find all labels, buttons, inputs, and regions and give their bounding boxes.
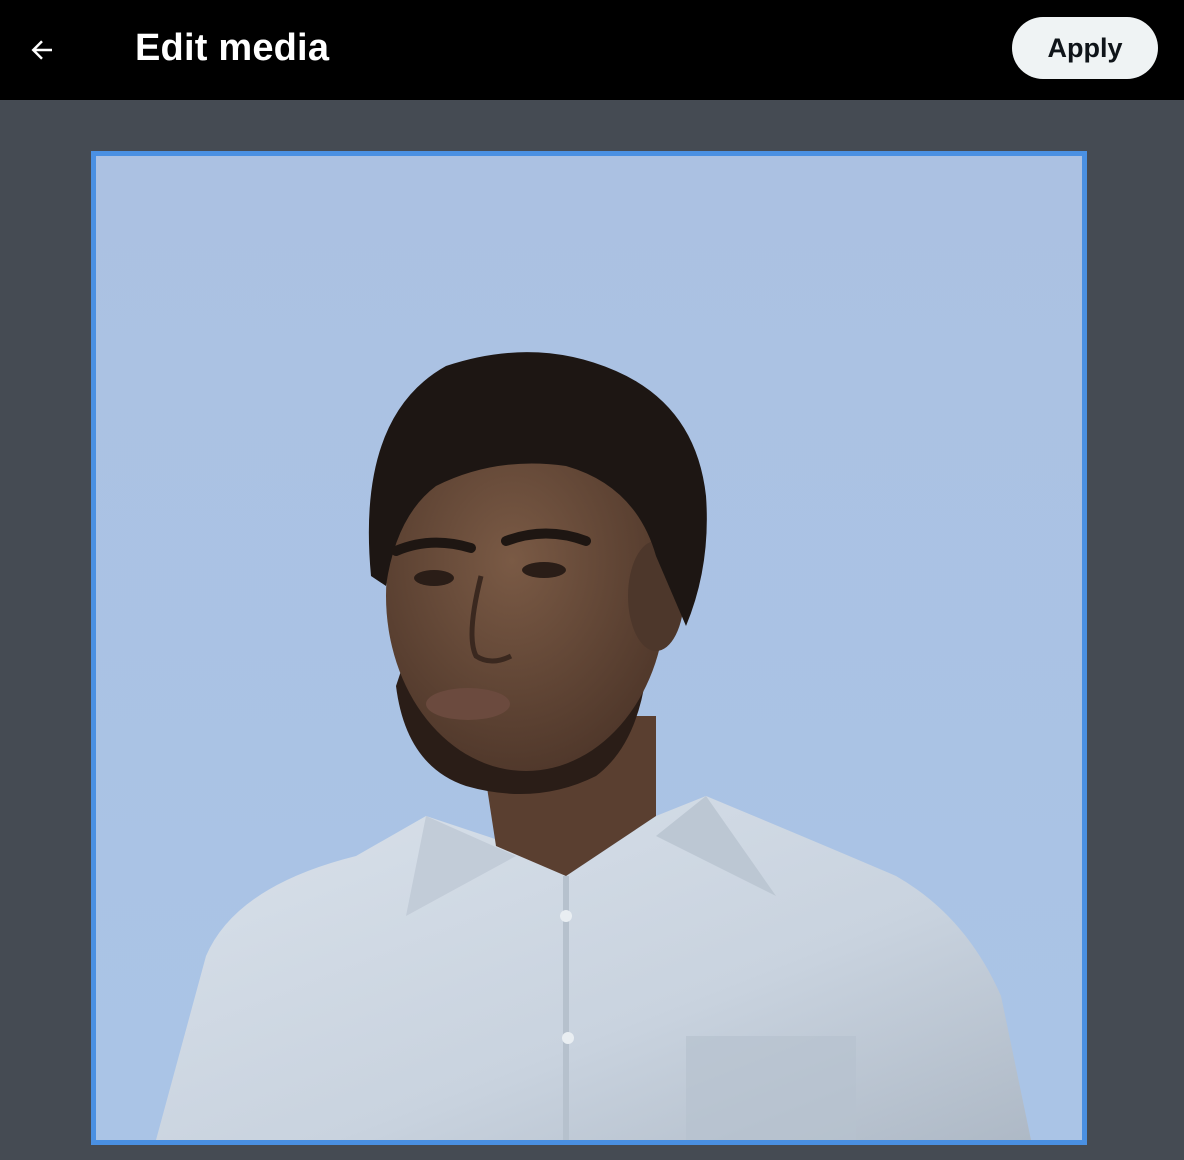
page-title: Edit media — [135, 27, 330, 69]
media-photo — [96, 156, 1082, 1140]
apply-button[interactable]: Apply — [1012, 17, 1158, 79]
crop-frame[interactable] — [91, 151, 1087, 1145]
top-bar: Edit media Apply — [0, 0, 1184, 100]
back-button[interactable] — [20, 28, 64, 72]
arrow-left-icon — [31, 40, 52, 60]
